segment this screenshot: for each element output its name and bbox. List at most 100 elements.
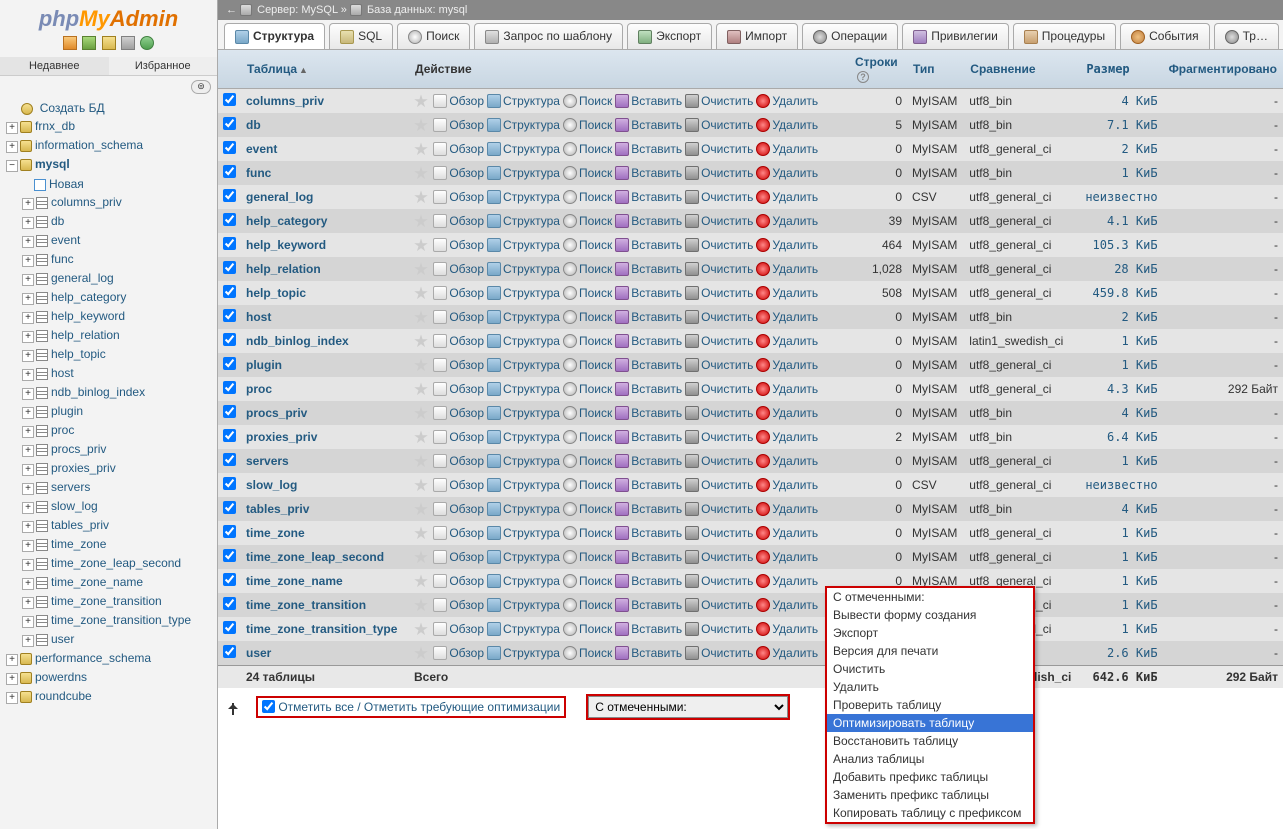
action-search[interactable]: Поиск: [579, 406, 612, 420]
action-browse[interactable]: Обзор: [449, 214, 484, 228]
action-browse[interactable]: Обзор: [449, 190, 484, 204]
action-search[interactable]: Поиск: [579, 118, 612, 132]
star-icon[interactable]: [414, 622, 428, 636]
row-checkbox[interactable]: [223, 453, 236, 466]
row-checkbox[interactable]: [223, 189, 236, 202]
row-checkbox[interactable]: [223, 549, 236, 562]
action-search[interactable]: Поиск: [579, 310, 612, 324]
tree-table-help_keyword[interactable]: help_keyword: [51, 309, 125, 323]
row-checkbox[interactable]: [223, 141, 236, 154]
action-empty[interactable]: Очистить: [701, 574, 753, 588]
action-drop[interactable]: Удалить: [772, 310, 818, 324]
home-icon[interactable]: [63, 36, 77, 50]
tree-toggle-icon[interactable]: +: [22, 597, 34, 609]
action-empty[interactable]: Очистить: [701, 502, 753, 516]
action-insert[interactable]: Вставить: [631, 94, 682, 108]
tab-импорт[interactable]: Импорт: [716, 23, 798, 49]
star-icon[interactable]: [414, 238, 428, 252]
star-icon[interactable]: [414, 334, 428, 348]
docs-icon[interactable]: [121, 36, 135, 50]
action-drop[interactable]: Удалить: [772, 478, 818, 492]
tree-table-procs_priv[interactable]: procs_priv: [51, 442, 106, 456]
action-drop[interactable]: Удалить: [772, 166, 818, 180]
tree-toggle-icon[interactable]: +: [22, 350, 34, 362]
tree-table-help_category[interactable]: help_category: [51, 290, 126, 304]
row-checkbox[interactable]: [223, 165, 236, 178]
action-browse[interactable]: Обзор: [449, 646, 484, 660]
action-structure[interactable]: Структура: [503, 478, 560, 492]
dropdown-item[interactable]: Заменить префикс таблицы: [827, 786, 1033, 804]
action-browse[interactable]: Обзор: [449, 238, 484, 252]
table-link-slow_log[interactable]: slow_log: [246, 478, 297, 492]
action-drop[interactable]: Удалить: [772, 502, 818, 516]
star-icon[interactable]: [414, 526, 428, 540]
action-drop[interactable]: Удалить: [772, 622, 818, 636]
action-empty[interactable]: Очистить: [701, 118, 753, 132]
row-checkbox[interactable]: [223, 285, 236, 298]
action-browse[interactable]: Обзор: [449, 430, 484, 444]
action-structure[interactable]: Структура: [503, 502, 560, 516]
action-empty[interactable]: Очистить: [701, 142, 753, 156]
action-structure[interactable]: Структура: [503, 598, 560, 612]
action-insert[interactable]: Вставить: [631, 142, 682, 156]
col-overhead[interactable]: Фрагментировано: [1169, 62, 1277, 76]
breadcrumb-db[interactable]: mysql: [439, 4, 468, 16]
row-checkbox[interactable]: [223, 573, 236, 586]
action-structure[interactable]: Структура: [503, 166, 560, 180]
action-empty[interactable]: Очистить: [701, 406, 753, 420]
action-browse[interactable]: Обзор: [449, 142, 484, 156]
action-empty[interactable]: Очистить: [701, 310, 753, 324]
star-icon[interactable]: [414, 430, 428, 444]
action-structure[interactable]: Структура: [503, 646, 560, 660]
action-drop[interactable]: Удалить: [772, 454, 818, 468]
action-insert[interactable]: Вставить: [631, 262, 682, 276]
table-link-help_keyword[interactable]: help_keyword: [246, 238, 326, 252]
action-insert[interactable]: Вставить: [631, 310, 682, 324]
table-link-event[interactable]: event: [246, 142, 277, 156]
tree-table-proc[interactable]: proc: [51, 423, 74, 437]
action-drop[interactable]: Удалить: [772, 430, 818, 444]
star-icon[interactable]: [414, 478, 428, 492]
table-link-servers[interactable]: servers: [246, 454, 289, 468]
tab-запрос-по-шаблону[interactable]: Запрос по шаблону: [474, 23, 623, 49]
tree-toggle-icon[interactable]: +: [22, 635, 34, 647]
tree-toggle-icon[interactable]: +: [22, 293, 34, 305]
tree-toggle-icon[interactable]: +: [22, 369, 34, 381]
action-browse[interactable]: Обзор: [449, 382, 484, 396]
action-drop[interactable]: Удалить: [772, 94, 818, 108]
tree-toggle-icon[interactable]: −: [6, 160, 18, 172]
dropdown-item[interactable]: Экспорт: [827, 624, 1033, 642]
action-insert[interactable]: Вставить: [631, 358, 682, 372]
action-drop[interactable]: Удалить: [772, 214, 818, 228]
action-structure[interactable]: Структура: [503, 94, 560, 108]
dropdown-item[interactable]: Очистить: [827, 660, 1033, 678]
tree-table-host[interactable]: host: [51, 366, 74, 380]
action-empty[interactable]: Очистить: [701, 454, 753, 468]
dropdown-item[interactable]: Проверить таблицу: [827, 696, 1033, 714]
row-checkbox[interactable]: [223, 405, 236, 418]
action-insert[interactable]: Вставить: [631, 430, 682, 444]
table-link-general_log[interactable]: general_log: [246, 190, 313, 204]
action-empty[interactable]: Очистить: [701, 430, 753, 444]
tab-структура[interactable]: Структура: [224, 23, 325, 49]
tree-toggle-icon[interactable]: +: [6, 141, 18, 153]
action-structure[interactable]: Структура: [503, 286, 560, 300]
action-browse[interactable]: Обзор: [449, 622, 484, 636]
action-browse[interactable]: Обзор: [449, 550, 484, 564]
action-browse[interactable]: Обзор: [449, 118, 484, 132]
action-insert[interactable]: Вставить: [631, 118, 682, 132]
star-icon[interactable]: [414, 454, 428, 468]
dropdown-item[interactable]: Версия для печати: [827, 642, 1033, 660]
action-browse[interactable]: Обзор: [449, 94, 484, 108]
star-icon[interactable]: [414, 214, 428, 228]
table-link-tables_priv[interactable]: tables_priv: [246, 502, 309, 516]
tree-toggle-icon[interactable]: +: [22, 521, 34, 533]
tab-операции[interactable]: Операции: [802, 23, 898, 49]
tree-db-information_schema[interactable]: information_schema: [35, 138, 143, 152]
action-structure[interactable]: Структура: [503, 358, 560, 372]
table-link-proc[interactable]: proc: [246, 382, 272, 396]
row-checkbox[interactable]: [223, 645, 236, 658]
logout-icon[interactable]: [82, 36, 96, 50]
action-insert[interactable]: Вставить: [631, 286, 682, 300]
tab-поиск[interactable]: Поиск: [397, 23, 470, 49]
